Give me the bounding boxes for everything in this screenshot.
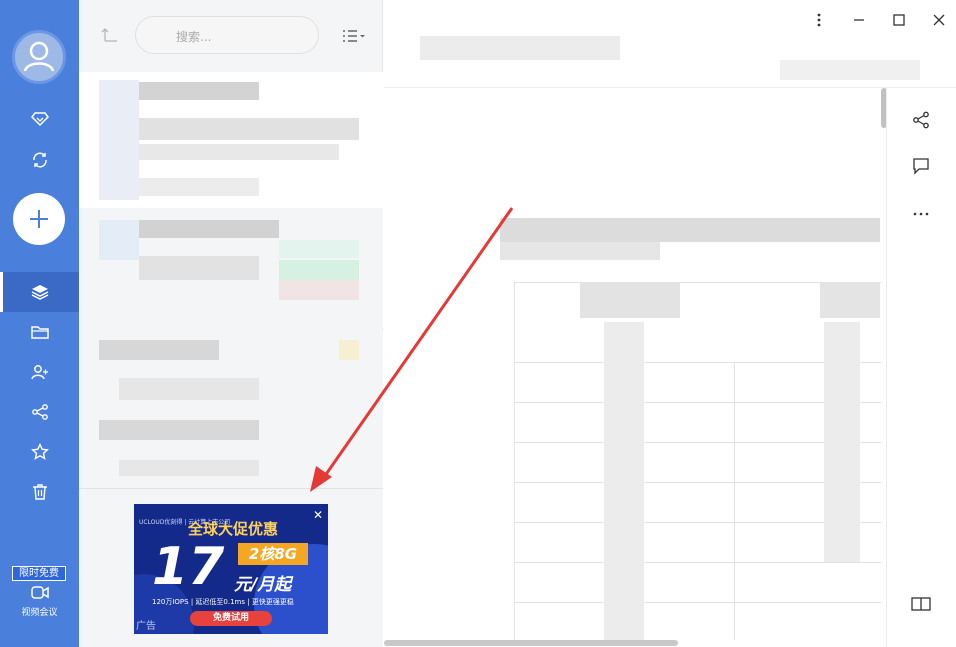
side-toolbar xyxy=(886,88,956,647)
document-area xyxy=(384,0,956,647)
minimize-button[interactable] xyxy=(849,10,869,30)
ad-spec-tag: 2核8G xyxy=(238,543,308,565)
sidebar-item-folders[interactable] xyxy=(0,312,79,352)
diamond-icon xyxy=(30,112,49,127)
sidebar-item-sync[interactable] xyxy=(0,140,79,180)
layers-icon xyxy=(31,285,48,300)
toggle-panel-button[interactable] xyxy=(909,592,933,616)
more-horizontal-icon xyxy=(913,212,929,216)
share-icon xyxy=(31,404,48,420)
more-vertical-icon xyxy=(817,13,821,27)
ad-price-unit: 元/月起 xyxy=(234,575,292,595)
document-content xyxy=(500,242,660,260)
ad-cta-button[interactable]: 免费试用 xyxy=(190,611,272,626)
video-meeting-button[interactable]: 视频会议 xyxy=(0,584,79,624)
comment-button[interactable] xyxy=(909,154,933,178)
sidebar-item-notebooks[interactable] xyxy=(0,272,79,312)
folder-icon xyxy=(30,326,49,339)
sidebar-item-favorites[interactable] xyxy=(0,432,79,472)
document-meta xyxy=(780,60,920,80)
horizontal-scrollbar[interactable] xyxy=(384,640,678,646)
share-button[interactable] xyxy=(909,108,933,132)
sidebar-item-trash[interactable] xyxy=(0,472,79,512)
add-note-button[interactable] xyxy=(13,193,65,245)
comment-icon xyxy=(913,158,929,175)
back-up-icon[interactable] xyxy=(101,27,119,47)
note-list-panel: 搜索... UCLOUD优刻得 | 云计算上市公司 ✕ 全球大促优惠 17 2核… xyxy=(79,0,383,647)
maximize-button[interactable] xyxy=(889,10,909,30)
search-placeholder: 搜索... xyxy=(176,30,212,44)
more-menu-button[interactable] xyxy=(809,10,829,30)
more-options-button[interactable] xyxy=(909,202,933,226)
trash-icon xyxy=(32,484,47,500)
users-icon xyxy=(30,365,48,380)
sidebar-item-collaboration[interactable] xyxy=(0,352,79,392)
maximize-icon xyxy=(893,14,905,26)
ad-area: UCLOUD优刻得 | 云计算上市公司 ✕ 全球大促优惠 17 2核8G 元/月… xyxy=(79,488,383,647)
close-button[interactable] xyxy=(929,10,949,30)
minimize-icon xyxy=(854,19,864,21)
list-view-icon[interactable] xyxy=(342,28,366,47)
list-item[interactable] xyxy=(79,72,383,208)
sidebar-item-shared[interactable] xyxy=(0,392,79,432)
sync-icon xyxy=(32,152,47,168)
sidebar-item-vip[interactable] xyxy=(0,99,79,139)
left-sidebar: 限时免费 视频会议 xyxy=(0,0,79,647)
close-icon xyxy=(933,14,945,26)
document-content xyxy=(500,218,880,242)
list-item[interactable] xyxy=(79,208,383,328)
star-icon xyxy=(30,443,49,460)
list-item[interactable] xyxy=(79,330,383,410)
app-window: 限时免费 视频会议 搜索... UCLOUD优刻得 | 云计算上市公司 ✕ 全球… xyxy=(0,0,956,647)
promo-badge: 限时免费 xyxy=(12,566,66,581)
plus-icon xyxy=(30,210,48,228)
list-item[interactable] xyxy=(79,410,383,488)
video-meeting-label: 视频会议 xyxy=(21,608,58,618)
split-view-icon xyxy=(911,597,931,611)
user-avatar-icon xyxy=(23,41,55,72)
video-camera-icon xyxy=(30,586,49,599)
ad-mark: 广告 xyxy=(136,621,156,632)
document-title xyxy=(420,36,620,60)
avatar[interactable] xyxy=(12,30,66,84)
search-input[interactable]: 搜索... xyxy=(135,16,319,54)
document-table xyxy=(514,282,881,640)
document-header xyxy=(384,0,956,88)
ad-headline: 全球大促优惠 xyxy=(187,520,278,538)
ad-close-icon[interactable]: ✕ xyxy=(312,509,324,521)
ad-big-number: 17 xyxy=(152,537,225,597)
ad-banner[interactable]: UCLOUD优刻得 | 云计算上市公司 ✕ 全球大促优惠 17 2核8G 元/月… xyxy=(134,504,328,634)
share-icon xyxy=(913,111,929,129)
ad-specs: 120万IOPS | 延迟低至0.1ms | 更快更强更稳 xyxy=(152,598,294,606)
